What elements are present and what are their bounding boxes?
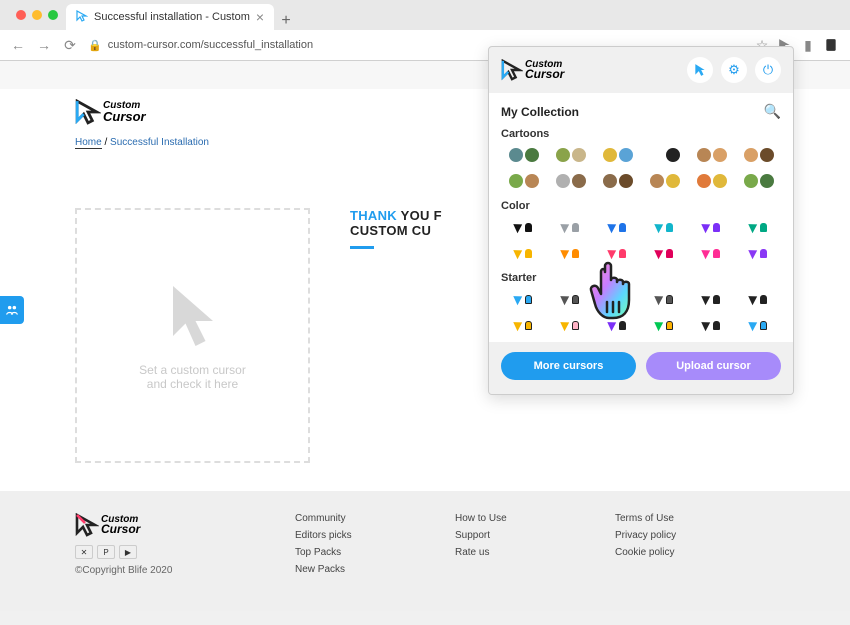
page-footer: CustomCursor ✕ P ▶ ©Copyright Blife 2020…: [0, 491, 850, 611]
cursor-pack-item[interactable]: [689, 242, 734, 264]
footer-link[interactable]: Terms of Use: [615, 513, 755, 524]
preview-text-1: Set a custom cursor: [139, 363, 246, 377]
cursor-pack-item[interactable]: [595, 314, 640, 336]
cursor-pack-item[interactable]: [736, 242, 781, 264]
cursor-pack-item[interactable]: [642, 216, 687, 238]
section-starter: Starter: [501, 272, 781, 284]
menu-icon[interactable]: ▮: [800, 37, 816, 54]
cursor-pack-item[interactable]: [501, 314, 546, 336]
power-button[interactable]: ⏻: [755, 57, 781, 83]
cursor-pack-item[interactable]: [501, 144, 546, 166]
footer-link[interactable]: Editors picks: [295, 530, 435, 541]
favicon-icon: [76, 10, 88, 25]
cursor-pack-item[interactable]: [642, 144, 687, 166]
browser-tab[interactable]: Successful installation - Custom ×: [66, 4, 274, 30]
cursor-pack-item[interactable]: [595, 216, 640, 238]
cursor-pack-item[interactable]: [736, 314, 781, 336]
tab-bar: Successful installation - Custom × +: [0, 0, 850, 30]
popup-header: CustomCursor ⚙ ⏻: [489, 47, 793, 93]
cursor-pack-item[interactable]: [595, 242, 640, 264]
cursor-pack-item[interactable]: [689, 216, 734, 238]
footer-link[interactable]: Community: [295, 513, 435, 524]
power-icon: ⏻: [763, 62, 773, 78]
breadcrumb-current[interactable]: Successful Installation: [110, 137, 209, 148]
twitter-icon[interactable]: ✕: [75, 545, 93, 559]
footer-logo[interactable]: CustomCursor: [75, 513, 275, 537]
collection-title: My Collection: [501, 105, 579, 119]
popup-body: My Collection 🔍 Cartoons Color Starter: [489, 93, 793, 342]
youtube-icon[interactable]: ▶: [119, 545, 137, 559]
footer-link[interactable]: Support: [455, 530, 595, 541]
extension-popup: CustomCursor ⚙ ⏻ My Collection 🔍 Cartoon…: [488, 46, 794, 395]
section-color: Color: [501, 200, 781, 212]
cursor-pack-item[interactable]: [689, 170, 734, 192]
preview-cursor-icon: [163, 281, 223, 351]
cursor-logo-icon: [75, 513, 99, 537]
url-text: custom-cursor.com/successful_installatio…: [108, 39, 313, 51]
upload-cursor-button[interactable]: Upload cursor: [646, 352, 781, 380]
reload-button[interactable]: ⟳: [62, 37, 78, 54]
lock-icon: 🔒: [88, 39, 102, 52]
settings-button[interactable]: ⚙: [721, 57, 747, 83]
footer-link[interactable]: How to Use: [455, 513, 595, 524]
cursor-pack-item[interactable]: [642, 242, 687, 264]
cursor-pack-item[interactable]: [736, 288, 781, 310]
footer-link[interactable]: Privacy policy: [615, 530, 755, 541]
cursor-pack-item[interactable]: [642, 314, 687, 336]
cursor-pack-item[interactable]: [736, 170, 781, 192]
footer-link[interactable]: Top Packs: [295, 547, 435, 558]
people-icon: [5, 303, 19, 317]
footer-link[interactable]: Cookie policy: [615, 547, 755, 558]
search-icon[interactable]: 🔍: [764, 103, 781, 120]
cursor-pack-item[interactable]: [548, 314, 593, 336]
cursor-pack-item[interactable]: [548, 216, 593, 238]
cursor-pack-item[interactable]: [501, 170, 546, 192]
minimize-window[interactable]: [32, 10, 42, 20]
cursor-icon: [693, 63, 707, 77]
cursor-logo-icon: [75, 99, 101, 125]
feedback-tab[interactable]: [0, 296, 24, 324]
cursor-pack-item[interactable]: [595, 170, 640, 192]
close-window[interactable]: [16, 10, 26, 20]
preview-text-2: and check it here: [147, 377, 238, 391]
thank-you-block: THANK YOU F CUSTOM CU: [350, 208, 442, 463]
cursor-pack-item[interactable]: [595, 144, 640, 166]
cursor-pack-item[interactable]: [689, 144, 734, 166]
cursor-pack-item[interactable]: [548, 288, 593, 310]
new-tab-button[interactable]: +: [274, 12, 298, 30]
gear-icon: ⚙: [728, 62, 740, 78]
section-cartoons: Cartoons: [501, 128, 781, 140]
cursor-logo-icon: [501, 59, 523, 81]
cursor-pack-item[interactable]: [689, 314, 734, 336]
popup-footer: More cursors Upload cursor: [489, 342, 793, 394]
pinterest-icon[interactable]: P: [97, 545, 115, 559]
cursor-pack-item[interactable]: [501, 216, 546, 238]
cursor-pack-item[interactable]: [689, 288, 734, 310]
popup-logo: CustomCursor: [501, 59, 564, 81]
cursor-pack-item[interactable]: [736, 216, 781, 238]
breadcrumb-home[interactable]: Home: [75, 137, 102, 149]
tab-title: Successful installation - Custom: [94, 11, 250, 23]
back-button[interactable]: ←: [10, 37, 26, 53]
cursor-pack-item[interactable]: [548, 170, 593, 192]
cursor-pack-item[interactable]: [501, 242, 546, 264]
maximize-window[interactable]: [48, 10, 58, 20]
cursor-pack-item[interactable]: [548, 242, 593, 264]
window-controls: [8, 0, 66, 30]
footer-link[interactable]: New Packs: [295, 564, 435, 575]
cursor-pack-item[interactable]: [736, 144, 781, 166]
cursor-preview-area[interactable]: Set a custom cursor and check it here: [75, 208, 310, 463]
footer-link[interactable]: Rate us: [455, 547, 595, 558]
more-cursors-button[interactable]: More cursors: [501, 352, 636, 380]
copyright-text: ©Copyright Blife 2020: [75, 565, 275, 576]
cursor-pack-item[interactable]: [642, 170, 687, 192]
cursor-pack-item[interactable]: [642, 288, 687, 310]
cursor-pack-item[interactable]: [548, 144, 593, 166]
forward-button[interactable]: →: [36, 37, 52, 53]
cursor-pack-item[interactable]: [595, 288, 640, 310]
close-tab-icon[interactable]: ×: [256, 9, 264, 25]
extension-icon[interactable]: [822, 36, 840, 54]
default-cursor-button[interactable]: [687, 57, 713, 83]
cursor-pack-item[interactable]: [501, 288, 546, 310]
